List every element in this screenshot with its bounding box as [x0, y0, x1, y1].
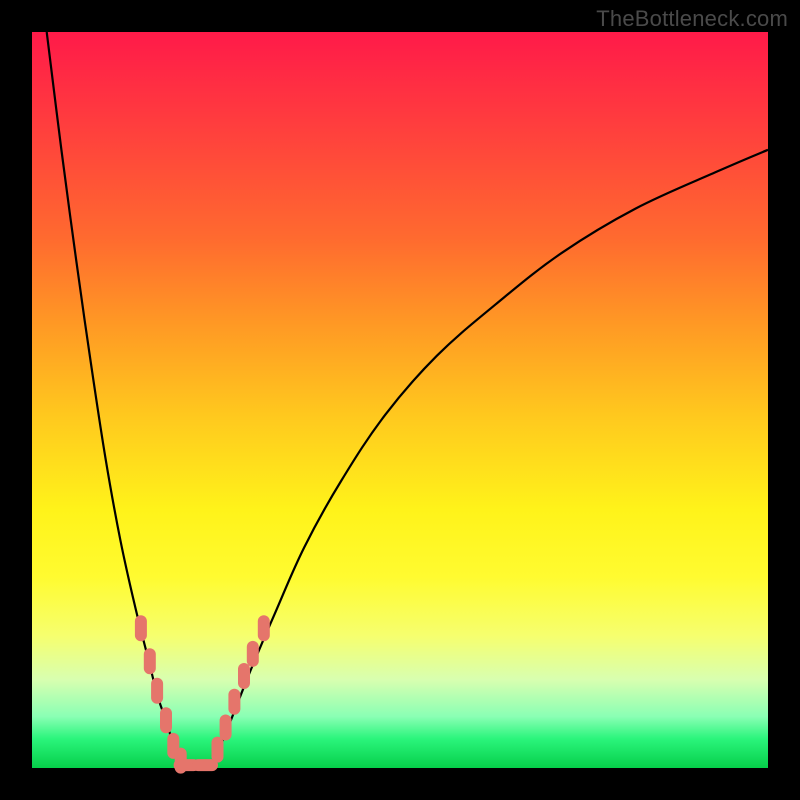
curve-left [47, 32, 187, 768]
marker-point [151, 678, 163, 704]
marker-point [258, 615, 270, 641]
curves-svg [32, 32, 768, 768]
plot-area [32, 32, 768, 768]
marker-point [228, 689, 240, 715]
curve-right [209, 150, 768, 768]
marker-point [247, 641, 259, 667]
chart-frame: TheBottleneck.com [0, 0, 800, 800]
marker-point [135, 615, 147, 641]
marker-point [160, 707, 172, 733]
markers-group [135, 615, 270, 773]
marker-point [220, 715, 232, 741]
marker-point [212, 737, 224, 763]
marker-point [238, 663, 250, 689]
watermark-text: TheBottleneck.com [596, 6, 788, 32]
marker-point [144, 648, 156, 674]
